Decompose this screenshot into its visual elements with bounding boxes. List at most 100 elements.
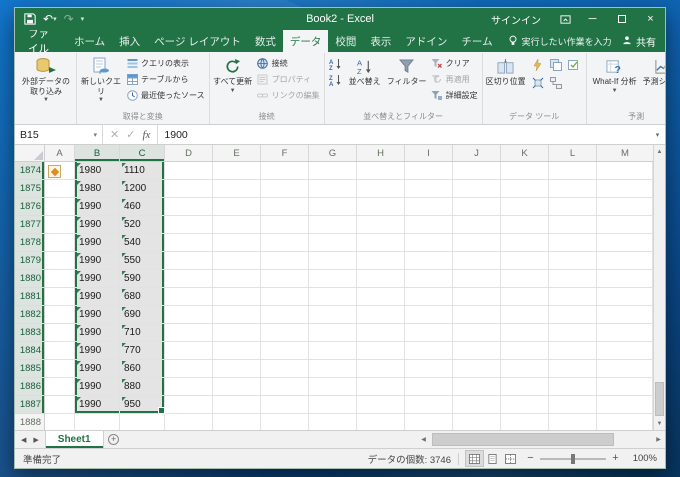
cell-col-j[interactable] <box>453 252 501 270</box>
row-header[interactable]: 1888 <box>15 414 45 430</box>
recent-sources-button[interactable]: 最近使ったソース <box>124 88 207 103</box>
cell-col-g[interactable] <box>309 180 357 198</box>
cell-col-j[interactable] <box>453 396 501 414</box>
cell-col-f[interactable] <box>261 216 309 234</box>
cell-col-g[interactable] <box>309 378 357 396</box>
scroll-down-icon[interactable]: ▼ <box>654 417 665 430</box>
column-header[interactable]: I <box>405 145 453 161</box>
cell-col-a[interactable] <box>45 342 75 360</box>
cell-col-l[interactable] <box>549 252 597 270</box>
cell-col-h[interactable] <box>357 162 405 180</box>
cell-col-g[interactable] <box>309 396 357 414</box>
cell-col-l[interactable] <box>549 270 597 288</box>
cell-col-e[interactable] <box>213 270 261 288</box>
row-header[interactable]: 1886 <box>15 378 45 396</box>
minimize-button[interactable]: ─ <box>578 8 607 30</box>
cell-col-c[interactable]: 550 <box>120 252 165 270</box>
cell-col-k[interactable] <box>501 324 549 342</box>
vertical-scrollbar[interactable]: ▲ ▼ <box>653 145 665 430</box>
cell-col-m[interactable] <box>597 360 653 378</box>
cell-col-m[interactable] <box>597 396 653 414</box>
row-header[interactable]: 1875 <box>15 180 45 198</box>
cell-col-h[interactable] <box>357 216 405 234</box>
share-button[interactable]: 共有 <box>613 30 665 52</box>
cell-col-h[interactable] <box>357 378 405 396</box>
close-button[interactable]: × <box>636 8 665 30</box>
cell-col-j[interactable] <box>453 306 501 324</box>
cell-col-l[interactable] <box>549 288 597 306</box>
connections-button[interactable]: 接続 <box>255 56 322 71</box>
cell-col-i[interactable] <box>405 414 453 430</box>
cell-col-e[interactable] <box>213 324 261 342</box>
zoom-slider-thumb[interactable] <box>571 454 575 464</box>
cell-col-a[interactable] <box>45 360 75 378</box>
relationships-icon[interactable] <box>548 75 564 91</box>
cell-col-i[interactable] <box>405 324 453 342</box>
cell-col-l[interactable] <box>549 414 597 430</box>
cell-col-e[interactable] <box>213 252 261 270</box>
ribbon-tab[interactable]: ホーム <box>67 30 112 52</box>
zoom-slider[interactable] <box>540 458 606 460</box>
row-header[interactable]: 1876 <box>15 198 45 216</box>
cell-col-j[interactable] <box>453 288 501 306</box>
cell-col-m[interactable] <box>597 198 653 216</box>
column-header[interactable]: J <box>453 145 501 161</box>
sort-descending-button[interactable]: ZA <box>327 72 344 87</box>
cell-col-i[interactable] <box>405 180 453 198</box>
cell-col-d[interactable] <box>165 270 213 288</box>
cell-col-d[interactable] <box>165 306 213 324</box>
cell-col-f[interactable] <box>261 342 309 360</box>
cell-col-h[interactable] <box>357 198 405 216</box>
row-header[interactable]: 1887 <box>15 396 45 414</box>
cell-col-m[interactable] <box>597 288 653 306</box>
row-header[interactable]: 1880 <box>15 270 45 288</box>
cell-col-f[interactable] <box>261 270 309 288</box>
cell-col-g[interactable] <box>309 342 357 360</box>
cell-col-k[interactable] <box>501 234 549 252</box>
cell-col-h[interactable] <box>357 324 405 342</box>
cell-col-b[interactable]: 1990 <box>75 288 120 306</box>
cell-col-d[interactable] <box>165 378 213 396</box>
cell-col-b[interactable]: 1990 <box>75 360 120 378</box>
zoom-level[interactable]: 100% <box>627 453 657 464</box>
horizontal-scroll-thumb[interactable] <box>432 433 614 446</box>
cell-col-h[interactable] <box>357 306 405 324</box>
cell-col-g[interactable] <box>309 360 357 378</box>
cell-col-k[interactable] <box>501 198 549 216</box>
cell-col-d[interactable] <box>165 216 213 234</box>
cell-col-m[interactable] <box>597 306 653 324</box>
cell-col-c[interactable]: 680 <box>120 288 165 306</box>
refresh-all-button[interactable]: すべて更新 ▼ <box>212 54 254 111</box>
cell-col-d[interactable] <box>165 252 213 270</box>
cell-col-a[interactable] <box>45 306 75 324</box>
cell-col-m[interactable] <box>597 324 653 342</box>
cell-col-d[interactable] <box>165 288 213 306</box>
cell-col-b[interactable]: 1980 <box>75 180 120 198</box>
cell-col-f[interactable] <box>261 360 309 378</box>
cell-col-m[interactable] <box>597 342 653 360</box>
forecast-sheet-button[interactable]: 予測シート <box>642 54 665 111</box>
ribbon-tab[interactable]: チーム <box>454 30 499 52</box>
properties-button[interactable]: プロパティ <box>255 72 322 87</box>
cell-col-j[interactable] <box>453 324 501 342</box>
ribbon-tab[interactable]: 校閲 <box>328 30 363 52</box>
cell-col-m[interactable] <box>597 414 653 430</box>
formula-input[interactable]: 1900 <box>158 125 650 144</box>
chevron-down-icon[interactable]: ▾ <box>93 131 97 139</box>
reapply-filter-button[interactable]: 再適用 <box>429 72 480 87</box>
cell-col-a[interactable] <box>45 234 75 252</box>
clear-filter-button[interactable]: クリア <box>429 56 480 71</box>
undo-icon[interactable]: ↶▾ <box>43 13 57 25</box>
cell-col-j[interactable] <box>453 234 501 252</box>
row-header[interactable]: 1881 <box>15 288 45 306</box>
cell-col-k[interactable] <box>501 270 549 288</box>
save-icon[interactable] <box>24 13 36 25</box>
cell-col-a[interactable] <box>45 180 75 198</box>
cell-col-c[interactable]: 950 <box>120 396 165 414</box>
sort-button[interactable]: AZ 並べ替え <box>345 54 385 111</box>
cell-col-i[interactable] <box>405 378 453 396</box>
cell-col-k[interactable] <box>501 216 549 234</box>
error-checking-smart-tag[interactable] <box>48 165 61 178</box>
cell-col-i[interactable] <box>405 252 453 270</box>
cell-col-c[interactable]: 520 <box>120 216 165 234</box>
